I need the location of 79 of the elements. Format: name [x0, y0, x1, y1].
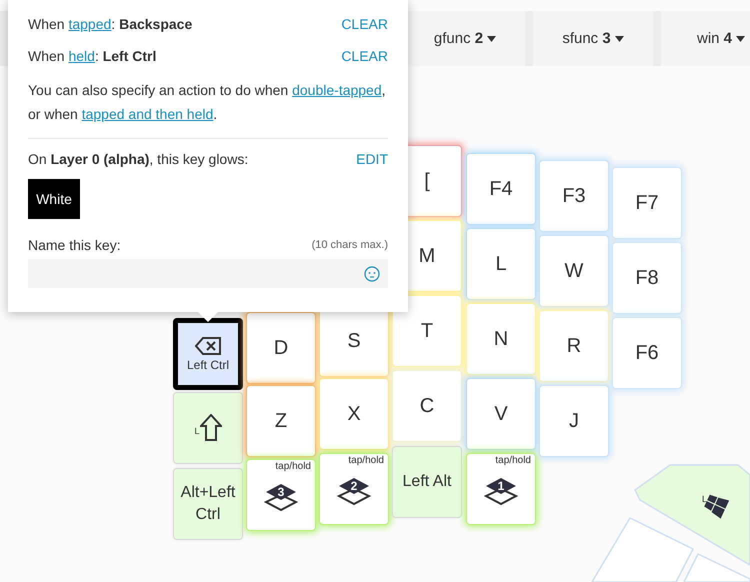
modifier-label: L: [702, 494, 708, 504]
keyboard-key[interactable]: Z: [246, 385, 316, 457]
key-label: D: [274, 336, 288, 361]
key-label: W: [564, 259, 584, 284]
tap-hold-label: tap/hold: [495, 455, 531, 466]
key-label: F6: [635, 341, 659, 366]
clear-link[interactable]: CLEAR: [341, 48, 388, 64]
help-link[interactable]: double-tapped: [292, 82, 382, 98]
emoji-icon[interactable]: [364, 266, 380, 282]
keyboard-key[interactable]: C: [392, 370, 462, 442]
modifier-label: L: [194, 426, 200, 436]
layer-number: 3: [276, 485, 286, 499]
name-input-field[interactable]: [28, 259, 388, 288]
glow-text: On Layer 0 (alpha), this key glows:: [28, 151, 248, 167]
shift-icon: [200, 414, 222, 442]
keyboard-key[interactable]: J: [539, 385, 609, 457]
key-label: N: [494, 327, 508, 352]
glow-swatch[interactable]: White: [28, 179, 80, 219]
keyboard-key[interactable]: T: [392, 295, 462, 367]
caret-icon: [614, 36, 624, 42]
layer-tab[interactable]: win 4: [661, 11, 750, 66]
layer-tab[interactable]: gfunc 2: [405, 11, 525, 66]
key-label: V: [494, 402, 508, 427]
keyboard-key[interactable]: N: [466, 303, 536, 375]
keyboard-key[interactable]: Left Ctrl: [173, 318, 243, 390]
key-label: [: [424, 169, 430, 194]
name-label: Name this key:: [28, 237, 121, 253]
keyboard-key[interactable]: tap/hold 2: [319, 453, 389, 525]
layer-number: 1: [496, 479, 506, 493]
edit-link[interactable]: EDIT: [356, 151, 388, 167]
keyboard-key[interactable]: V: [466, 378, 536, 450]
char-limit-hint: (10 chars max.): [312, 239, 388, 251]
keyboard-key[interactable]: L: [173, 392, 243, 464]
backspace-icon: [195, 336, 221, 354]
key-label: L: [495, 252, 507, 277]
action-text: When tapped: Backspace: [28, 16, 192, 32]
keyboard-key[interactable]: D: [246, 312, 316, 384]
key-label: C: [420, 394, 434, 419]
keyboard-key[interactable]: Left Alt: [392, 446, 462, 518]
clear-link[interactable]: CLEAR: [341, 16, 388, 32]
key-label: Alt+Left Ctrl: [180, 482, 236, 525]
key-label: F4: [489, 177, 513, 202]
keyboard-key[interactable]: F8: [612, 242, 682, 314]
key-label: M: [418, 244, 436, 269]
keyboard-key[interactable]: F7: [612, 167, 682, 239]
keyboard-key[interactable]: tap/hold 3: [246, 459, 316, 531]
key-label: J: [569, 409, 579, 434]
key-label: F8: [635, 266, 659, 291]
keyboard-key[interactable]: tap/hold 1: [466, 453, 536, 525]
keyboard-key[interactable]: F4: [466, 153, 536, 225]
tap-hold-label: tap/hold: [348, 455, 384, 466]
help-text: You can also specify an action to do when double-tapped, or when tapped and then held.: [28, 78, 388, 139]
keyboard-key[interactable]: F3: [539, 160, 609, 232]
key-sublabel: Left Ctrl: [186, 358, 229, 372]
keyboard-key[interactable]: F6: [612, 317, 682, 389]
keyboard-key[interactable]: W: [539, 235, 609, 307]
key-label: T: [420, 319, 434, 344]
key-label: S: [347, 329, 361, 354]
caret-icon: [736, 36, 746, 42]
key-label: F3: [562, 184, 586, 209]
key-label: Z: [274, 409, 288, 434]
action-link[interactable]: held: [68, 48, 95, 64]
keyboard-key[interactable]: X: [319, 378, 389, 450]
keyboard-key[interactable]: R: [539, 310, 609, 382]
layer-number: 2: [350, 479, 358, 493]
help-link[interactable]: tapped and then held: [82, 106, 214, 122]
action-link[interactable]: tapped: [68, 16, 112, 32]
action-text: When held: Left Ctrl: [28, 48, 156, 64]
key-label: R: [566, 334, 582, 359]
keyboard-key[interactable]: Alt+Left Ctrl: [173, 468, 243, 540]
caret-icon: [487, 36, 496, 42]
layer-tab[interactable]: sfunc 3: [533, 11, 653, 66]
tap-hold-label: tap/hold: [275, 461, 311, 472]
key-label: X: [347, 402, 361, 427]
windows-icon: [704, 494, 730, 519]
keyboard-key[interactable]: L: [466, 228, 536, 300]
key-label: Left Alt: [402, 472, 452, 492]
key-label: F7: [635, 191, 659, 216]
thumb-keys-drawing[interactable]: [591, 464, 750, 582]
